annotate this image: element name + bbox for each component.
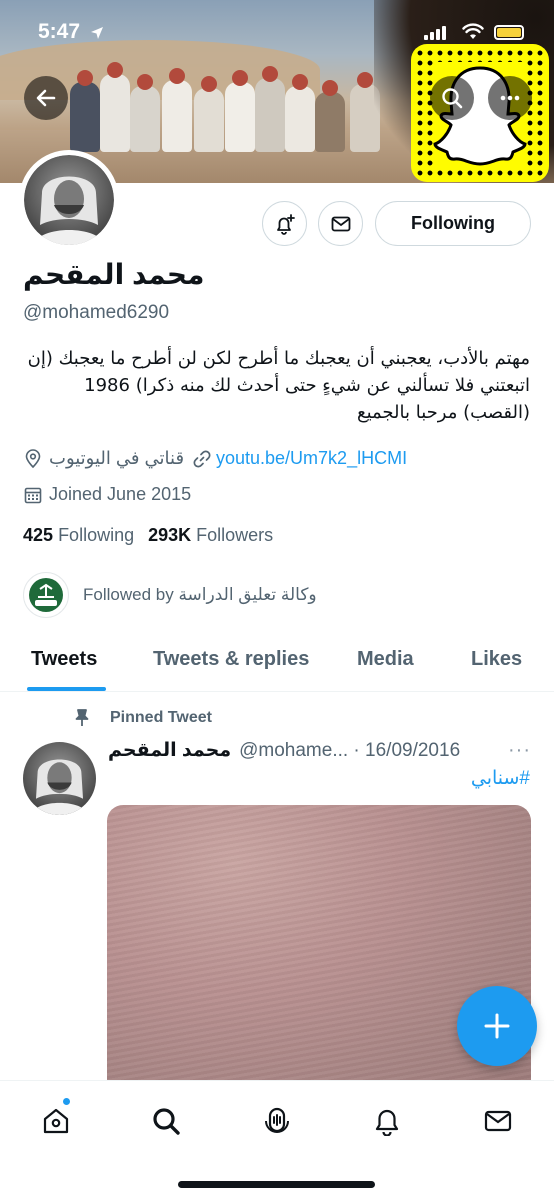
status-time: 5:47 — [38, 20, 81, 43]
followers-label: Followers — [196, 525, 274, 545]
envelope-icon — [484, 1110, 512, 1132]
profile-handle: @mohamed6290 — [23, 302, 170, 323]
tweet-handle-date: @mohame... · 16/09/2016 — [239, 739, 461, 761]
tweet-author-name[interactable]: محمد المقحم — [108, 739, 231, 762]
followed-by[interactable]: Followed by وكالة تعليق الدراسة — [23, 572, 317, 618]
cellular-signal-icon — [424, 26, 446, 40]
link-icon — [193, 450, 211, 467]
tweet-avatar[interactable] — [23, 742, 96, 815]
active-tab-indicator — [27, 687, 106, 691]
battery-icon — [494, 25, 524, 40]
plus-icon — [484, 1013, 510, 1039]
location-text: قناتي في اليوتيوب — [49, 448, 185, 468]
link-text[interactable]: youtu.be/Um7k2_lHCMI — [216, 448, 407, 469]
notification-dot — [62, 1097, 71, 1106]
tab-likes[interactable]: Likes — [471, 648, 522, 671]
pinned-label-row: Pinned Tweet — [72, 708, 212, 728]
profile-display-name: محمد المقحم — [23, 259, 205, 290]
tab-tweets[interactable]: Tweets — [31, 648, 97, 671]
back-button[interactable] — [24, 76, 68, 120]
following-count: 425 — [23, 525, 54, 545]
banner-figures — [70, 52, 420, 152]
pinned-tweet-label: Pinned Tweet — [110, 709, 212, 726]
following-button[interactable]: Following — [375, 201, 531, 246]
more-dots-icon — [500, 95, 520, 101]
tab-tweets-replies[interactable]: Tweets & replies — [153, 648, 309, 671]
search-icon — [442, 88, 463, 109]
calendar-icon — [24, 487, 42, 503]
tweet-hashtag[interactable]: #سنابي — [108, 767, 530, 790]
home-icon — [43, 1108, 69, 1134]
wifi-icon — [462, 23, 484, 39]
profile-tabs: Tweets Tweets & replies Media Likes — [0, 636, 554, 692]
map-pin-icon — [25, 448, 41, 468]
message-button[interactable] — [318, 201, 363, 246]
follow-counts: 425 Following 293K Followers — [23, 525, 273, 546]
compose-tweet-button[interactable] — [457, 986, 537, 1066]
arrow-left-icon — [36, 89, 56, 107]
profile-bio: مهتم بالأدب، يعجبني أن يعجبك ما أطرح لكن… — [27, 348, 530, 423]
profile-avatar[interactable] — [19, 150, 119, 250]
location-arrow-icon — [91, 27, 103, 39]
more-options-button[interactable] — [488, 76, 532, 120]
envelope-icon — [331, 216, 350, 231]
tab-media[interactable]: Media — [357, 648, 414, 671]
search-button[interactable] — [430, 76, 474, 120]
search-icon — [153, 1108, 180, 1135]
snapcode-image — [411, 44, 549, 182]
home-indicator — [178, 1181, 375, 1188]
nav-search[interactable] — [146, 1101, 186, 1141]
nav-spaces[interactable] — [257, 1101, 297, 1141]
profile-link[interactable]: youtu.be/Um7k2_lHCMI — [192, 448, 407, 469]
nav-home[interactable] — [36, 1097, 76, 1141]
following-count-link[interactable]: 425 Following — [23, 525, 134, 546]
spaces-icon — [265, 1107, 289, 1133]
bell-icon — [375, 1109, 399, 1136]
pin-icon — [75, 709, 89, 726]
followers-count-link[interactable]: 293K Followers — [148, 525, 273, 546]
following-label: Following — [58, 525, 135, 545]
followed-by-avatar — [23, 572, 69, 618]
nav-messages[interactable] — [478, 1101, 518, 1141]
profile-location: قناتي في اليوتيوب — [23, 448, 184, 469]
joined-text: Joined June 2015 — [49, 484, 192, 504]
followers-count: 293K — [148, 525, 192, 545]
followed-by-text: Followed by وكالة تعليق الدراسة — [83, 585, 317, 604]
tweet-header: محمد المقحم @mohame... · 16/09/2016 — [108, 739, 460, 762]
tweet-more-button[interactable]: ··· — [508, 739, 531, 762]
nav-notifications[interactable] — [367, 1101, 407, 1141]
bell-plus-icon — [276, 213, 295, 235]
profile-joined: Joined June 2015 — [23, 484, 191, 505]
notify-button[interactable] — [262, 201, 307, 246]
